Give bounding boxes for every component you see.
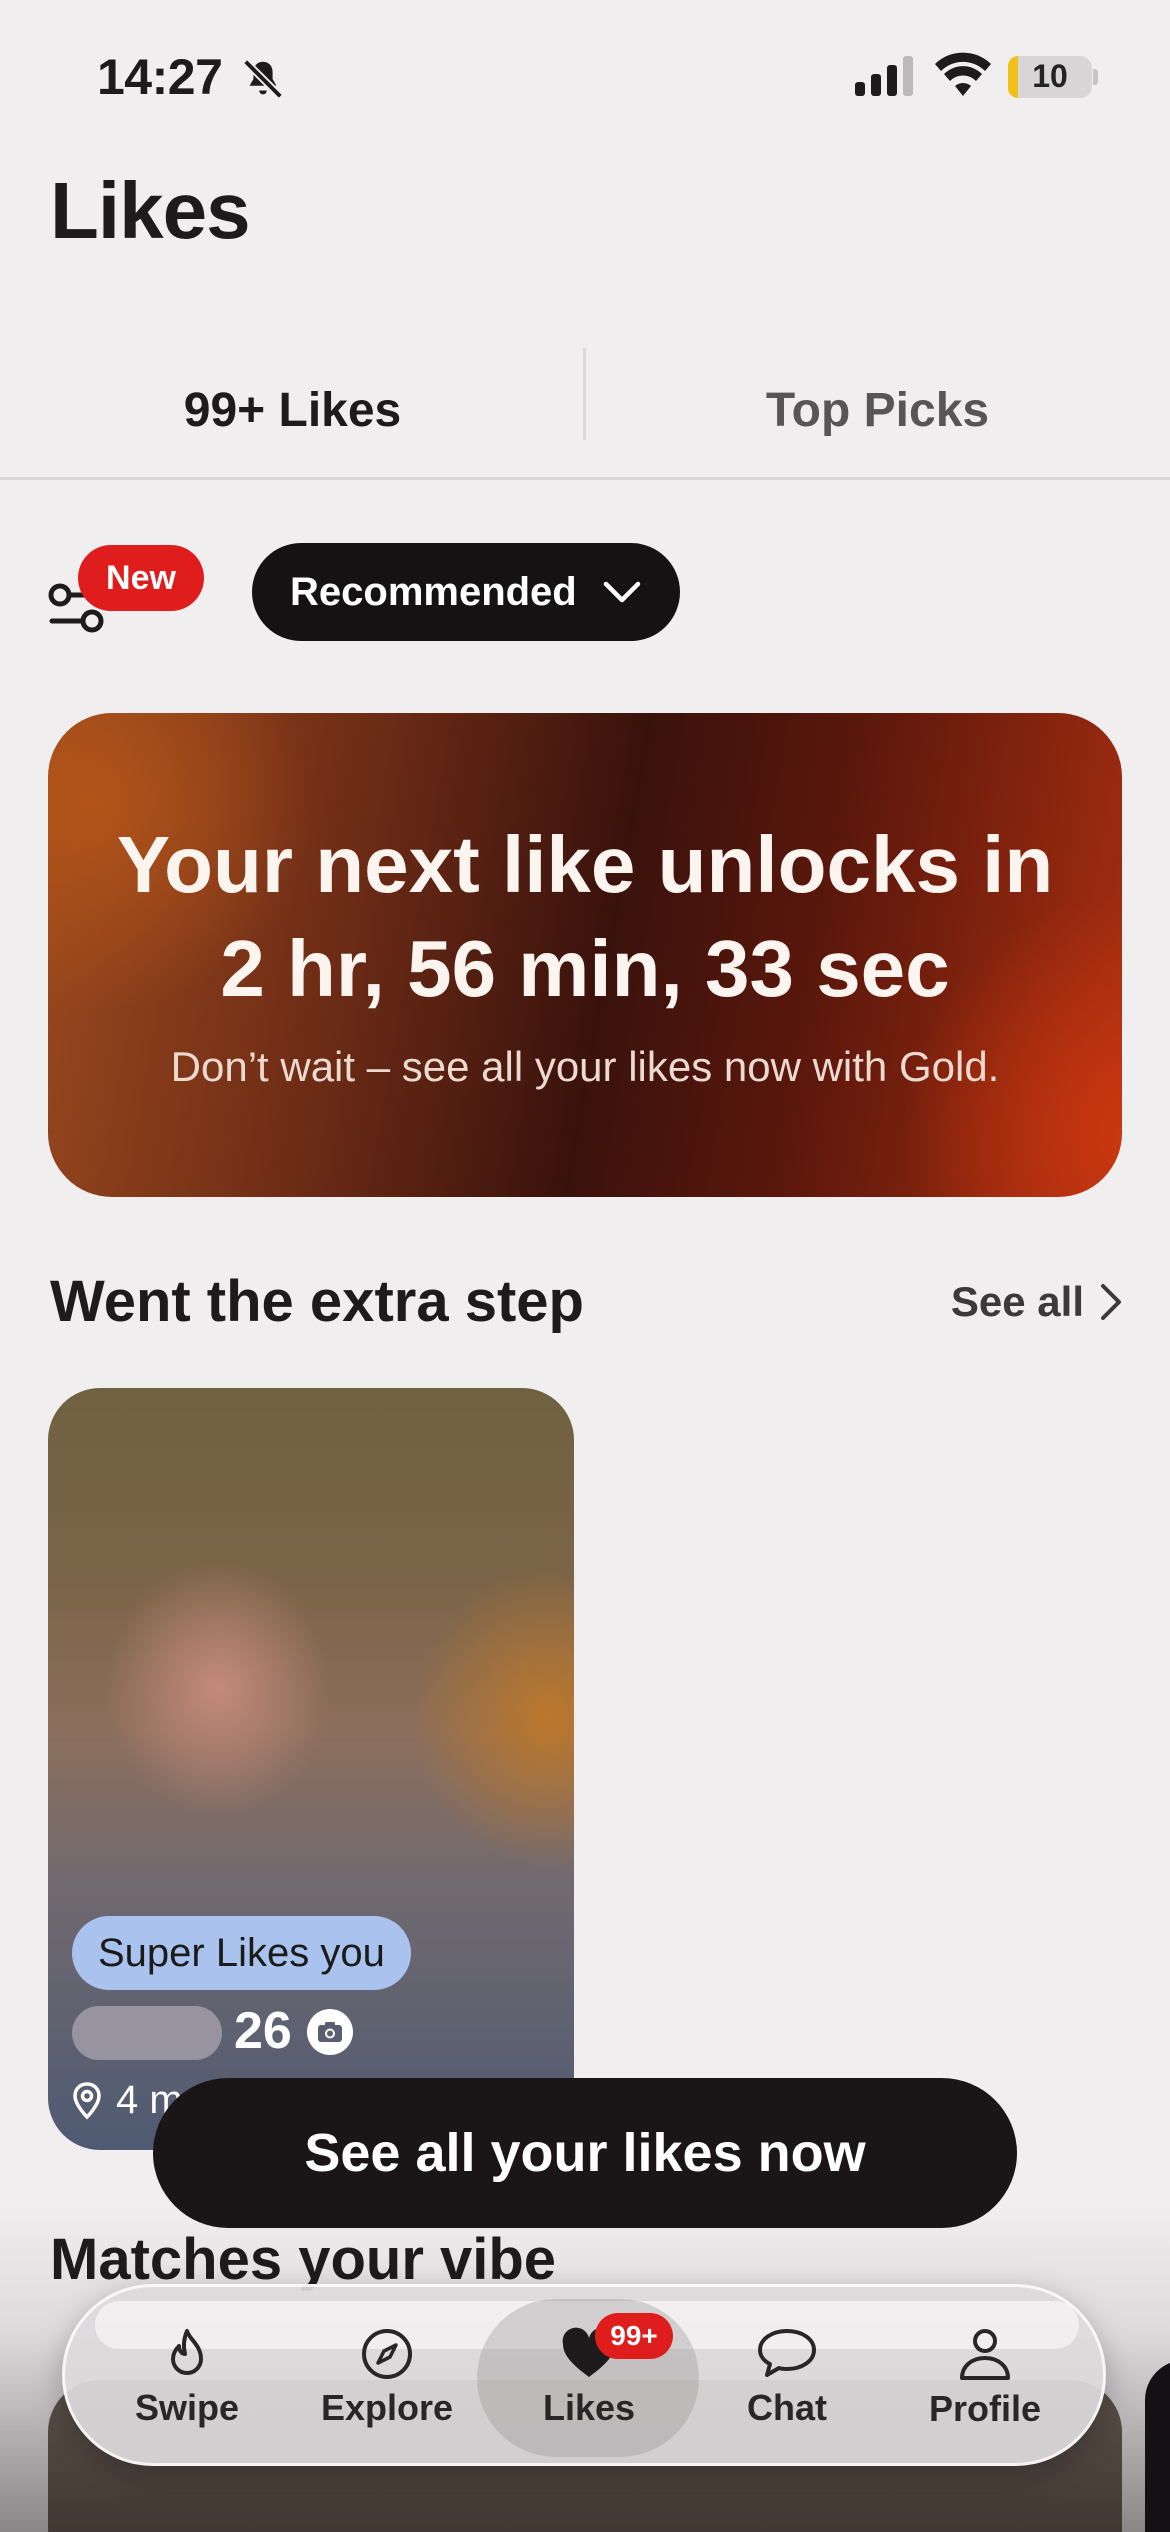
flame-icon <box>171 2329 203 2375</box>
nav-profile-label: Profile <box>928 2388 1042 2429</box>
bell-slash-icon <box>243 59 283 99</box>
battery-level: 10 <box>1032 58 1068 94</box>
person-icon <box>960 2329 1010 2380</box>
battery-nub <box>1093 69 1098 85</box>
section-title-extra-step: Went the extra step <box>50 1269 584 1334</box>
tab-top-picks[interactable]: Top Picks <box>585 340 1170 480</box>
chevron-down-icon <box>603 581 640 603</box>
promo-headline-line1: Your next like unlocks in <box>116 820 1054 909</box>
sort-dropdown-label: Recommended <box>290 569 577 614</box>
vibe-profile-card-next[interactable] <box>1145 2360 1170 2532</box>
nav-chat[interactable]: Chat <box>697 2287 877 2469</box>
likes-count-badge: 99+ <box>595 2313 673 2359</box>
nav-swipe-label: Swipe <box>134 2387 240 2428</box>
sort-dropdown[interactable]: Recommended <box>252 543 680 641</box>
status-bar: 14:27 10 <box>0 0 1170 150</box>
nav-explore[interactable]: Explore <box>297 2287 477 2469</box>
chat-bubble-icon <box>758 2329 816 2377</box>
see-all-link[interactable]: See all <box>951 1278 1122 1326</box>
gold-promo-card[interactable]: Your next like unlocks in 2 hr, 56 min, … <box>48 713 1122 1197</box>
profile-card[interactable]: Super Likes you 26 4 m <box>48 1388 574 2150</box>
location-pin-icon <box>73 2081 101 2119</box>
nav-chat-label: Chat <box>747 2387 827 2428</box>
nav-likes[interactable]: Likes <box>479 2287 699 2469</box>
new-badge: New <box>78 545 204 611</box>
super-like-badge: Super Likes you <box>72 1916 411 1990</box>
nav-likes-label: Likes <box>542 2387 636 2428</box>
battery-icon: 10 <box>1008 56 1092 98</box>
likes-tabs: 99+ Likes Top Picks <box>0 340 1170 480</box>
section-title-vibe: Matches your vibe <box>50 2227 557 2292</box>
signal-icon <box>855 56 913 96</box>
tab-likes[interactable]: 99+ Likes <box>0 340 585 480</box>
promo-subtext: Don’t wait – see all your likes now with… <box>170 1043 1000 1090</box>
wifi-icon <box>935 52 991 96</box>
chevron-right-icon <box>1101 1284 1121 1320</box>
page-title: Likes <box>50 166 251 255</box>
compass-icon <box>362 2329 412 2379</box>
profile-age: 26 <box>234 2002 292 2060</box>
nav-profile[interactable]: Profile <box>895 2287 1075 2469</box>
promo-headline: Your next like unlocks in 2 hr, 56 min, … <box>48 813 1122 1021</box>
see-all-likes-button[interactable]: See all your likes now <box>153 2078 1017 2228</box>
status-time: 14:27 <box>97 49 223 105</box>
camera-icon <box>307 2009 353 2055</box>
countdown-timer: 2 hr, 56 min, 33 sec <box>220 924 950 1013</box>
bottom-tab-bar: Swipe Explore Likes 99+ Chat Profile <box>62 2284 1106 2466</box>
likes-screen: 14:27 10 Likes 99+ Likes Top Picks New R… <box>0 0 1170 2532</box>
see-all-label: See all <box>950 1278 1084 1325</box>
blurred-name <box>72 2006 222 2060</box>
nav-swipe[interactable]: Swipe <box>97 2287 277 2469</box>
nav-explore-label: Explore <box>320 2387 454 2428</box>
